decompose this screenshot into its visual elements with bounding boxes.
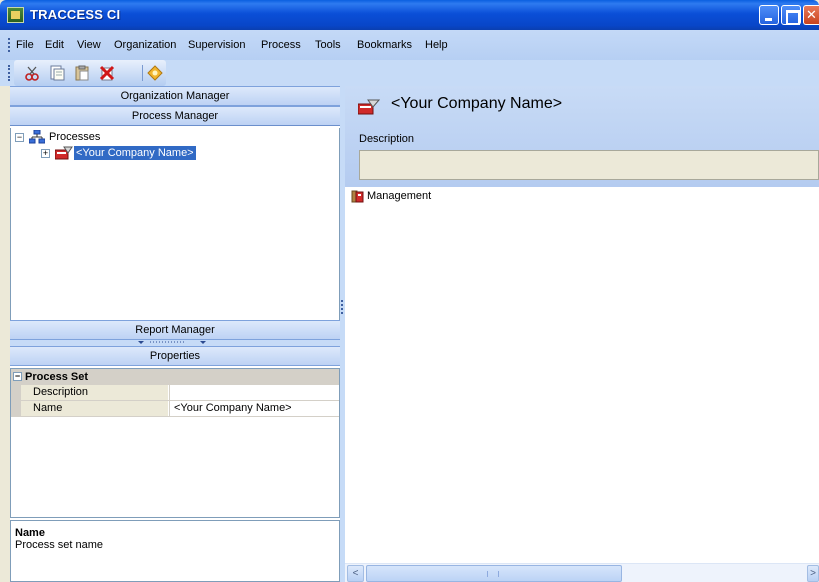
organization-manager-header[interactable]: Organization Manager: [10, 86, 340, 106]
maximize-button[interactable]: [781, 5, 801, 25]
process-set-icon: [54, 146, 73, 164]
scroll-right-button[interactable]: >: [807, 565, 819, 582]
tree-node-company[interactable]: + <Your Company Name>: [41, 146, 241, 160]
description-label: Description: [359, 133, 415, 145]
collapse-icon[interactable]: −: [15, 133, 24, 142]
menu-organization[interactable]: Organization: [114, 39, 176, 51]
toolbar-separator: [142, 65, 143, 81]
help-description: Process set name: [15, 539, 104, 551]
toolbar-strip: [8, 60, 166, 86]
menu-file[interactable]: File: [16, 39, 34, 51]
collapse-icon[interactable]: −: [13, 372, 22, 381]
property-help-box: Name Process set name: [10, 520, 340, 582]
window-title: TRACCESS CI: [30, 7, 121, 22]
property-value[interactable]: <Your Company Name>: [169, 401, 339, 416]
list-item-label: Management: [367, 190, 432, 202]
description-field[interactable]: [359, 150, 819, 180]
paste-icon[interactable]: [74, 65, 90, 81]
property-row-name[interactable]: Name <Your Company Name>: [11, 401, 339, 417]
property-category-label: Process Set: [25, 371, 88, 383]
property-grid[interactable]: − Process Set Description Name <Your Com…: [10, 368, 340, 518]
horizontal-scrollbar[interactable]: < >: [345, 563, 819, 582]
process-manager-header[interactable]: Process Manager: [10, 106, 340, 126]
menu-tools[interactable]: Tools: [315, 39, 341, 51]
property-row-description[interactable]: Description: [11, 385, 339, 401]
report-manager-header[interactable]: Report Manager: [10, 320, 340, 340]
property-name: Name: [11, 401, 168, 416]
toolbar-grip[interactable]: [8, 65, 10, 81]
close-button[interactable]: [803, 5, 819, 25]
copy-icon[interactable]: [49, 65, 65, 81]
properties-icon[interactable]: [147, 65, 163, 81]
splitter-grip-icon: [341, 300, 344, 314]
detail-title: <Your Company Name>: [391, 95, 563, 112]
property-value[interactable]: [169, 385, 339, 400]
properties-header[interactable]: Properties: [10, 346, 340, 366]
app-icon: [7, 7, 24, 23]
title-bar[interactable]: TRACCESS CI: [0, 0, 819, 30]
expand-icon[interactable]: +: [41, 149, 50, 158]
detail-header: <Your Company Name> Description: [345, 86, 819, 187]
menu-help[interactable]: Help: [425, 39, 448, 51]
scroll-thumb[interactable]: [366, 565, 622, 582]
menu-bar: File Edit View Organization Supervision …: [0, 30, 819, 60]
toolbar: [0, 60, 819, 86]
menu-supervision[interactable]: Supervision: [188, 39, 245, 51]
menubar-grip[interactable]: [8, 38, 10, 52]
right-panel: <Your Company Name> Description Manageme…: [345, 86, 819, 582]
menu-view[interactable]: View: [77, 39, 101, 51]
menu-process[interactable]: Process: [261, 39, 301, 51]
process-group-icon: [351, 189, 367, 207]
tree-label-company[interactable]: <Your Company Name>: [74, 146, 196, 160]
property-category[interactable]: − Process Set: [11, 369, 339, 385]
process-tree[interactable]: − Processes + <Your Company Name>: [10, 128, 340, 320]
help-title: Name: [15, 527, 45, 539]
menu-bookmarks[interactable]: Bookmarks: [357, 39, 412, 51]
left-panel: Organization Manager Process Manager − P…: [10, 86, 340, 582]
delete-icon[interactable]: [99, 65, 115, 81]
minimize-button[interactable]: [759, 5, 779, 25]
menu-edit[interactable]: Edit: [45, 39, 64, 51]
scroll-left-button[interactable]: <: [347, 565, 364, 582]
property-name: Description: [11, 385, 168, 400]
cut-icon[interactable]: [24, 65, 40, 81]
process-set-icon: [357, 99, 381, 115]
tree-label-processes: Processes: [49, 131, 101, 143]
